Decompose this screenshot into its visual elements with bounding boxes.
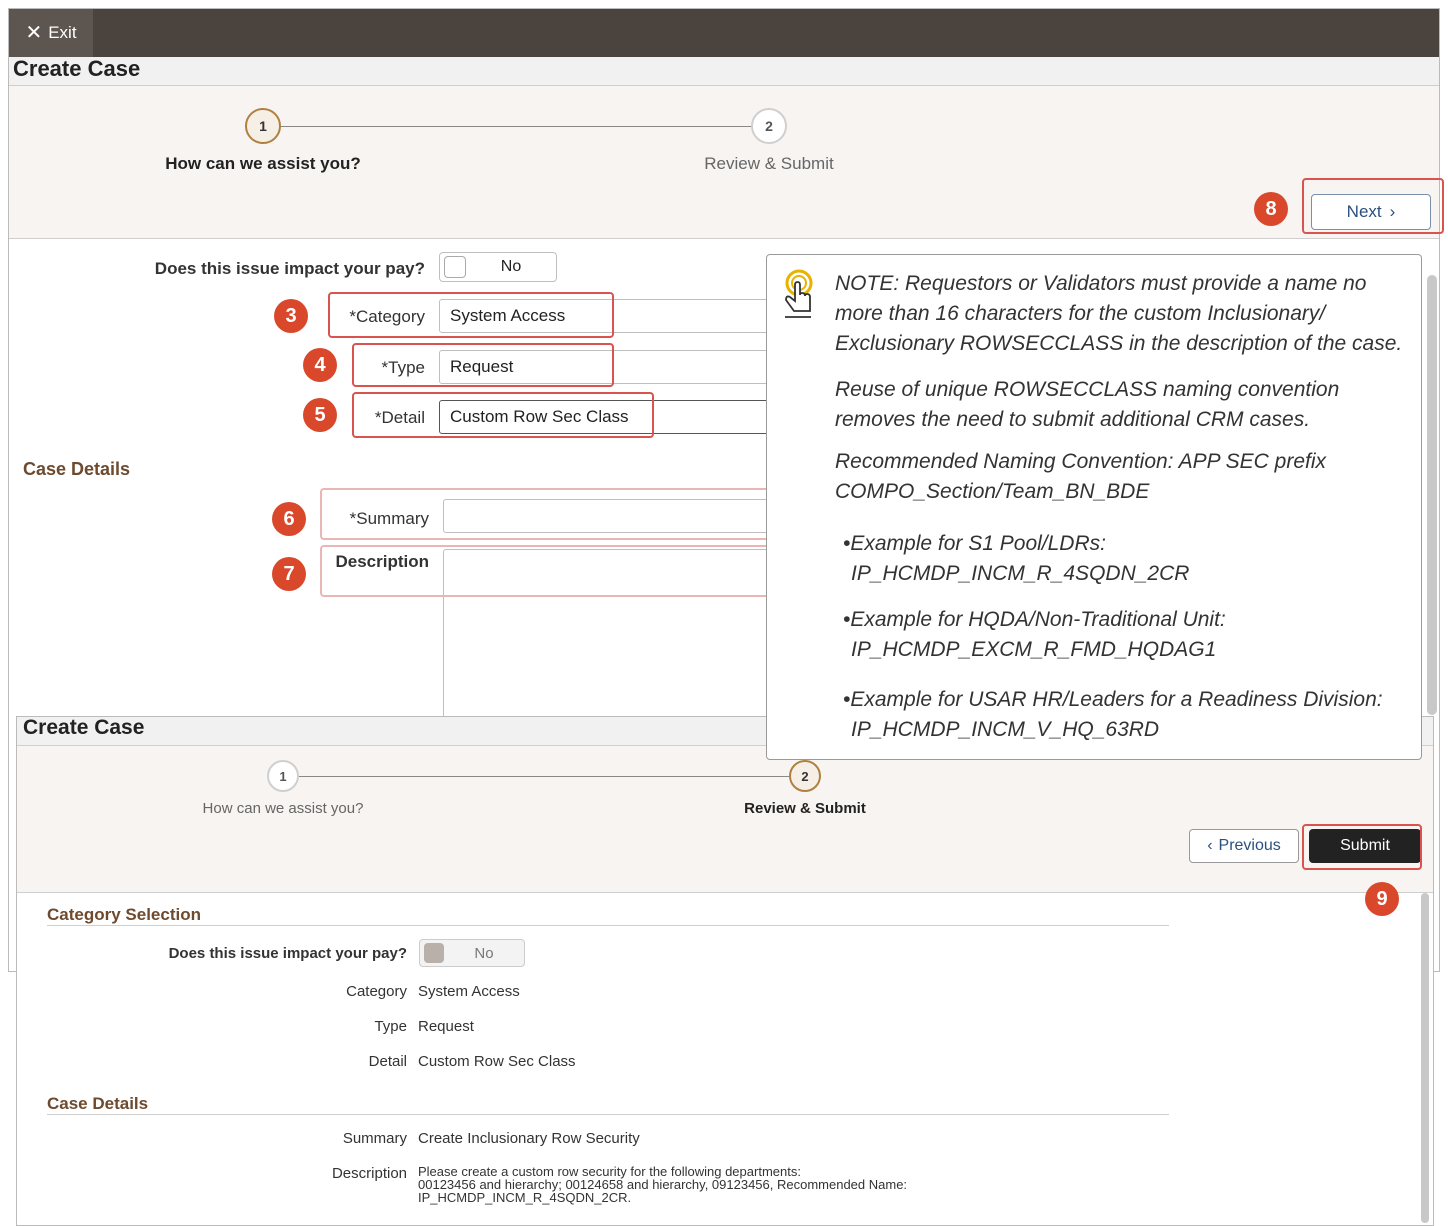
example-label: Example for S1 Pool/LDRs: bbox=[850, 532, 1106, 555]
toggle-knob bbox=[424, 943, 444, 963]
description-label: Description bbox=[331, 1165, 407, 1182]
highlight-submit bbox=[1302, 824, 1422, 870]
category-label: Category bbox=[346, 983, 407, 1000]
divider bbox=[47, 925, 1169, 926]
step-1-circle[interactable]: 1 bbox=[267, 760, 299, 792]
previous-button[interactable]: ‹ Previous bbox=[1189, 829, 1299, 863]
exit-button[interactable]: ✕ Exit bbox=[9, 9, 93, 57]
step-2-circle[interactable]: 2 bbox=[751, 108, 787, 144]
callout-badge-4: 4 bbox=[303, 348, 337, 382]
highlight-category bbox=[328, 292, 614, 338]
example-name: IP_HCMDP_EXCM_R_FMD_HQDAG1 bbox=[851, 638, 1217, 661]
pay-question-label: Does this issue impact your pay? bbox=[168, 945, 407, 962]
pay-impact-value: No bbox=[500, 258, 522, 275]
divider bbox=[47, 1114, 1169, 1115]
exit-label: Exit bbox=[48, 23, 77, 42]
case-details-header: Case Details bbox=[47, 1094, 149, 1113]
step-train: 1 2 How can we assist you? Review & Subm… bbox=[17, 746, 1433, 893]
summary-label: Summary bbox=[342, 1130, 407, 1147]
chevron-left-icon: ‹ bbox=[1207, 837, 1213, 854]
example-name: IP_HCMDP_INCM_R_4SQDN_2CR bbox=[851, 562, 1190, 585]
detail-label: Detail bbox=[368, 1053, 407, 1070]
previous-label: Previous bbox=[1218, 837, 1281, 854]
category-selection-header: Category Selection bbox=[47, 905, 201, 924]
description-value: Please create a custom row security for … bbox=[418, 1165, 907, 1204]
note-example: •Example for USAR HR/Leaders for a Readi… bbox=[843, 685, 1413, 745]
note-example: •Example for HQDA/Non-Traditional Unit: … bbox=[843, 605, 1403, 665]
case-details-header: Case Details bbox=[23, 459, 131, 479]
step-1-label: How can we assist you? bbox=[165, 154, 361, 173]
example-name: IP_HCMDP_INCM_V_HQ_63RD bbox=[851, 718, 1160, 741]
pay-impact-toggle[interactable]: No bbox=[439, 252, 557, 282]
page-title: Create Case bbox=[13, 56, 141, 81]
highlight-detail bbox=[352, 392, 654, 438]
step-1-circle[interactable]: 1 bbox=[245, 108, 281, 144]
callout-badge-7: 7 bbox=[272, 557, 306, 591]
type-label: Type bbox=[374, 1018, 407, 1035]
note-paragraph: Reuse of unique ROWSECCLASS naming conve… bbox=[835, 378, 1340, 431]
summary-value: Create Inclusionary Row Security bbox=[418, 1130, 640, 1147]
step-2-circle[interactable]: 2 bbox=[789, 760, 821, 792]
note-example: •Example for S1 Pool/LDRs: IP_HCMDP_INCM… bbox=[843, 529, 1403, 589]
callout-badge-3: 3 bbox=[274, 299, 308, 333]
step-train: 1 2 How can we assist you? Review & Subm… bbox=[9, 86, 1439, 239]
callout-badge-6: 6 bbox=[272, 502, 306, 536]
step-2-label: Review & Submit bbox=[744, 800, 866, 817]
type-value: Request bbox=[418, 1018, 474, 1035]
description-line: IP_HCMDP_INCM_R_4SQDN_2CR. bbox=[418, 1190, 632, 1205]
step-2-label: Review & Submit bbox=[704, 154, 834, 173]
category-value: System Access bbox=[418, 983, 520, 1000]
note-paragraph: Recommended Naming Convention: APP SEC p… bbox=[835, 450, 1327, 503]
note-paragraph: NOTE: Requestors or Validators must prov… bbox=[835, 272, 1403, 355]
pay-impact-toggle: No bbox=[419, 939, 525, 967]
example-label: Example for USAR HR/Leaders for a Readin… bbox=[850, 688, 1383, 711]
close-icon: ✕ bbox=[25, 22, 43, 44]
toggle-knob bbox=[444, 256, 466, 278]
step-connector bbox=[299, 776, 789, 777]
top-toolbar: ✕ Exit bbox=[9, 9, 1439, 57]
highlight-next bbox=[1302, 178, 1444, 234]
note-callout: NOTE: Requestors or Validators must prov… bbox=[766, 254, 1422, 760]
step-connector bbox=[281, 126, 751, 127]
pay-impact-value: No bbox=[474, 944, 494, 962]
callout-badge-9: 9 bbox=[1365, 882, 1399, 916]
callout-badge-5: 5 bbox=[303, 398, 337, 432]
callout-badge-8: 8 bbox=[1254, 192, 1288, 226]
detail-value: Custom Row Sec Class bbox=[418, 1053, 576, 1070]
page-title: Create Case bbox=[23, 716, 145, 739]
highlight-type bbox=[352, 343, 614, 387]
pay-question-label: Does this issue impact your pay? bbox=[154, 259, 425, 278]
scrollbar[interactable] bbox=[1427, 275, 1437, 715]
page-header: Create Case bbox=[9, 56, 1439, 86]
touch-hand-icon bbox=[777, 267, 821, 327]
scrollbar[interactable] bbox=[1421, 893, 1429, 1223]
create-case-window-step2: Create Case 1 2 How can we assist you? R… bbox=[16, 716, 1434, 1226]
example-label: Example for HQDA/Non-Traditional Unit: bbox=[850, 608, 1226, 631]
step-1-label: How can we assist you? bbox=[202, 800, 364, 817]
